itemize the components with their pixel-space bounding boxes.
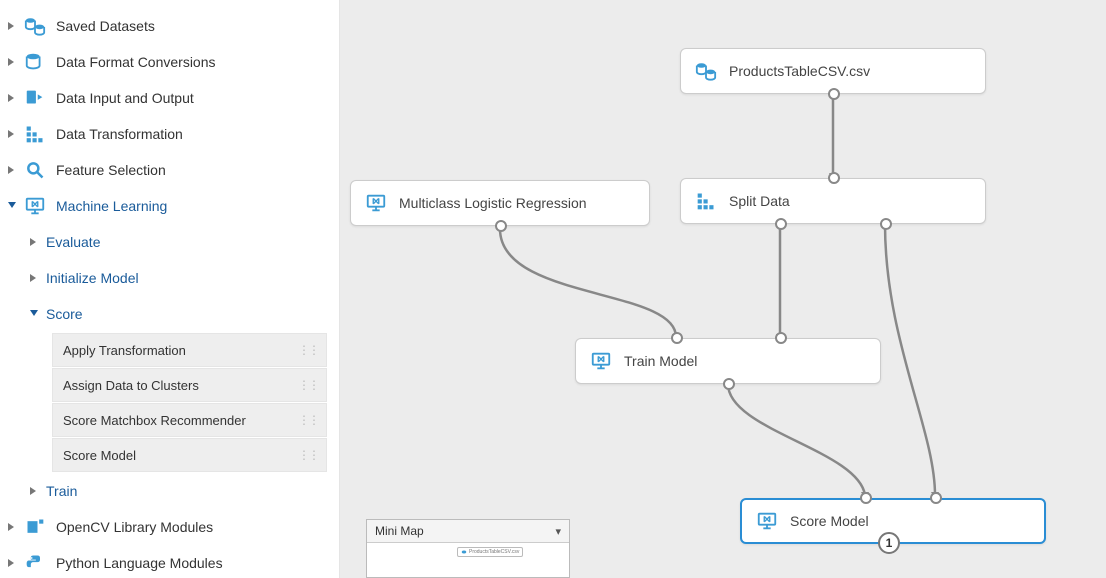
- chevron-right-icon: [6, 128, 18, 140]
- minimap-body[interactable]: ProductsTableCSV.csv: [367, 543, 569, 577]
- tree-item-data-format[interactable]: Data Format Conversions: [0, 44, 339, 80]
- chevron-right-icon: [28, 272, 40, 284]
- node-score-model[interactable]: Score Model 1: [740, 498, 1046, 544]
- tree-label: Evaluate: [46, 234, 100, 250]
- database-arrow-icon: [24, 51, 46, 73]
- tree-label: Feature Selection: [56, 162, 166, 178]
- chevron-right-icon: [6, 521, 18, 533]
- output-port[interactable]: [495, 220, 507, 232]
- tree-item-data-io[interactable]: Data Input and Output: [0, 80, 339, 116]
- grip-icon: ⋮⋮: [298, 378, 318, 392]
- grip-icon: ⋮⋮: [298, 413, 318, 427]
- ml-icon: [756, 510, 778, 532]
- grip-icon: ⋮⋮: [298, 343, 318, 357]
- output-port[interactable]: [723, 378, 735, 390]
- module-score-matchbox[interactable]: Score Matchbox Recommender ⋮⋮: [52, 403, 327, 437]
- tree-label: Data Format Conversions: [56, 54, 216, 70]
- ml-icon: [590, 350, 612, 372]
- tree-item-machine-learning[interactable]: Machine Learning: [0, 188, 339, 224]
- chevron-right-icon: [6, 92, 18, 104]
- node-label: Score Model: [790, 513, 869, 529]
- input-port-2[interactable]: [930, 492, 942, 504]
- module-apply-transformation[interactable]: Apply Transformation ⋮⋮: [52, 333, 327, 367]
- node-split-data[interactable]: Split Data: [680, 178, 986, 224]
- opencv-icon: [24, 516, 46, 538]
- chevron-right-icon: [6, 56, 18, 68]
- output-port-2[interactable]: [880, 218, 892, 230]
- ml-icon: [365, 192, 387, 214]
- output-port-1[interactable]: [775, 218, 787, 230]
- module-label: Apply Transformation: [63, 343, 186, 358]
- chevron-right-icon: [6, 20, 18, 32]
- tree-item-evaluate[interactable]: Evaluate: [0, 224, 339, 260]
- input-port[interactable]: [828, 172, 840, 184]
- tree-label: Data Input and Output: [56, 90, 194, 106]
- database-icon: [24, 15, 46, 37]
- tree-item-python[interactable]: Python Language Modules: [0, 545, 339, 578]
- node-label: Split Data: [729, 193, 790, 209]
- minimap-title: Mini Map: [375, 524, 424, 538]
- tree-label: Train: [46, 483, 77, 499]
- chevron-down-icon: [6, 200, 18, 212]
- chevron-right-icon: [6, 557, 18, 569]
- output-badge[interactable]: 1: [878, 532, 900, 554]
- tree-label: Python Language Modules: [56, 555, 223, 571]
- node-label: Multiclass Logistic Regression: [399, 195, 587, 211]
- data-transform-icon: [24, 123, 46, 145]
- module-label: Score Matchbox Recommender: [63, 413, 246, 428]
- node-train-model[interactable]: Train Model: [575, 338, 881, 384]
- data-io-icon: [24, 87, 46, 109]
- module-label: Assign Data to Clusters: [63, 378, 199, 393]
- experiment-canvas[interactable]: ProductsTableCSV.csv Multiclass Logistic…: [340, 0, 1106, 578]
- sidebar: Saved Datasets Data Format Conversions D…: [0, 0, 340, 578]
- input-port-1[interactable]: [860, 492, 872, 504]
- tree-label: OpenCV Library Modules: [56, 519, 213, 535]
- ml-icon: [24, 195, 46, 217]
- tree-item-opencv[interactable]: OpenCV Library Modules: [0, 509, 339, 545]
- output-port[interactable]: [828, 88, 840, 100]
- node-mlr[interactable]: Multiclass Logistic Regression: [350, 180, 650, 226]
- chevron-right-icon: [28, 236, 40, 248]
- python-icon: [24, 552, 46, 574]
- minimap-node: ProductsTableCSV.csv: [457, 547, 523, 557]
- tree-label: Initialize Model: [46, 270, 139, 286]
- tree-item-score[interactable]: Score: [0, 296, 339, 332]
- minimap[interactable]: Mini Map ▾ ProductsTableCSV.csv: [366, 519, 570, 578]
- tree-item-initialize-model[interactable]: Initialize Model: [0, 260, 339, 296]
- input-port-2[interactable]: [775, 332, 787, 344]
- module-assign-data-clusters[interactable]: Assign Data to Clusters ⋮⋮: [52, 368, 327, 402]
- node-label: Train Model: [624, 353, 697, 369]
- database-icon: [695, 60, 717, 82]
- chevron-right-icon: [28, 485, 40, 497]
- tree-item-saved-datasets[interactable]: Saved Datasets: [0, 8, 339, 44]
- tree-item-train[interactable]: Train: [0, 473, 339, 509]
- module-score-model[interactable]: Score Model ⋮⋮: [52, 438, 327, 472]
- grip-icon: ⋮⋮: [298, 448, 318, 462]
- magnifier-icon: [24, 159, 46, 181]
- chevron-right-icon: [6, 164, 18, 176]
- node-label: ProductsTableCSV.csv: [729, 63, 870, 79]
- tree-label: Score: [46, 306, 83, 322]
- chevron-down-icon: [28, 308, 40, 320]
- module-label: Score Model: [63, 448, 136, 463]
- data-transform-icon: [695, 190, 717, 212]
- chevron-down-icon: ▾: [555, 525, 561, 538]
- minimap-header[interactable]: Mini Map ▾: [367, 520, 569, 543]
- input-port-1[interactable]: [671, 332, 683, 344]
- node-dataset[interactable]: ProductsTableCSV.csv: [680, 48, 986, 94]
- tree-label: Saved Datasets: [56, 18, 155, 34]
- tree-label: Machine Learning: [56, 198, 167, 214]
- tree-item-feature-selection[interactable]: Feature Selection: [0, 152, 339, 188]
- tree-label: Data Transformation: [56, 126, 183, 142]
- tree-item-data-transform[interactable]: Data Transformation: [0, 116, 339, 152]
